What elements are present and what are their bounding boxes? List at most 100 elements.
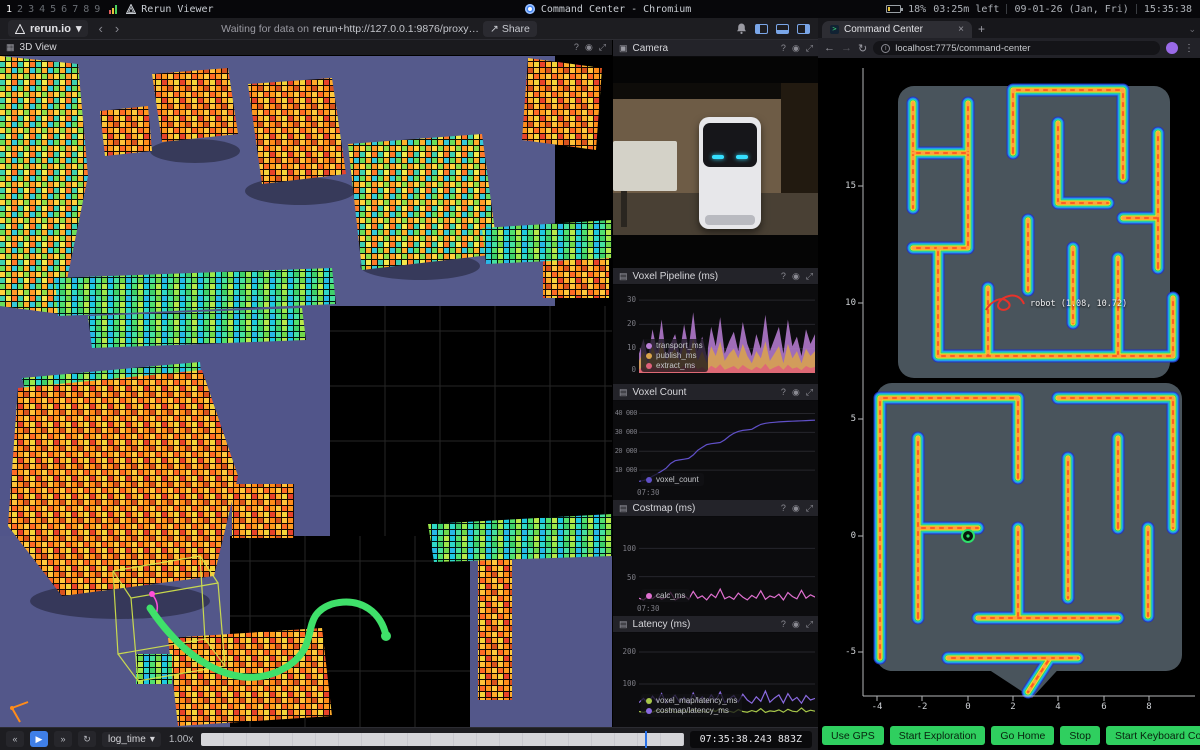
- maximize-icon[interactable]: ⤢: [806, 271, 813, 282]
- help-icon[interactable]: ?: [781, 619, 786, 630]
- play-button[interactable]: ▶: [30, 731, 48, 747]
- visibility-icon[interactable]: ◉: [792, 271, 800, 282]
- panel-voxel-count-header[interactable]: ▤ Voxel Count ? ◉ ⤢: [613, 384, 819, 401]
- connection-status: Waiting for data on rerun+http://127.0.0…: [230, 18, 528, 40]
- legend-item[interactable]: calc_ms: [646, 591, 685, 600]
- maximize-icon[interactable]: ⤢: [806, 503, 813, 514]
- clock-time: 15:35:38: [1144, 4, 1192, 15]
- workspace-9[interactable]: 9: [94, 4, 100, 15]
- visibility-icon[interactable]: ◉: [792, 503, 800, 514]
- maximize-icon[interactable]: ⤢: [806, 387, 813, 398]
- tab-command-center[interactable]: > Command Center ×: [822, 21, 972, 38]
- toggle-left-panel-icon[interactable]: [755, 24, 768, 34]
- tab-close-icon[interactable]: ×: [958, 24, 964, 35]
- new-tab-button[interactable]: +: [978, 22, 985, 38]
- tab-favicon: >: [830, 25, 839, 34]
- view3d-viewport[interactable]: [0, 56, 612, 727]
- current-timestamp: 07:35:38.243 883Z: [690, 731, 812, 748]
- workspace-6[interactable]: 6: [61, 4, 67, 15]
- browser-back-button[interactable]: ←: [824, 42, 835, 54]
- history-forward-button[interactable]: ›: [113, 21, 121, 36]
- legend-item[interactable]: voxel_count: [646, 475, 699, 484]
- history-back-button[interactable]: ‹: [96, 21, 104, 36]
- maximize-icon[interactable]: ⤢: [599, 42, 606, 53]
- workspace-4[interactable]: 4: [39, 4, 45, 15]
- workspace-3[interactable]: 3: [28, 4, 34, 15]
- costmap-canvas[interactable]: [818, 58, 1200, 750]
- browser-menu-icon[interactable]: ⋮: [1184, 43, 1194, 54]
- go-home-button[interactable]: Go Home: [991, 726, 1054, 745]
- camera-icon: ▣: [619, 43, 628, 54]
- x-tick: 07:30: [637, 604, 660, 613]
- workspace-1[interactable]: 1: [6, 4, 12, 15]
- workspace-5[interactable]: 5: [50, 4, 56, 15]
- browser-toolbar: ← → ↻ i localhost:7775/command-center ⋮: [818, 38, 1200, 58]
- tab-strip: > Command Center × + ⌄: [818, 18, 1200, 38]
- timeline-scrubber[interactable]: [201, 733, 683, 746]
- map-x-tick: -2: [912, 702, 932, 712]
- loop-button[interactable]: ↻: [78, 731, 96, 747]
- y-tick: 20 000: [613, 447, 637, 455]
- panel-voxel-count-title: Voxel Count: [633, 387, 687, 398]
- use-gps-button[interactable]: Use GPS: [822, 726, 884, 745]
- desk: [613, 141, 677, 191]
- legend-item[interactable]: voxel_map/latency_ms: [646, 696, 737, 705]
- visibility-icon[interactable]: ◉: [792, 619, 800, 630]
- tab-search-chevron-icon[interactable]: ⌄: [1188, 24, 1196, 35]
- stop-button[interactable]: Stop: [1060, 726, 1100, 745]
- legend-item[interactable]: publish_ms: [646, 351, 703, 360]
- panel-latency-title: Latency (ms): [633, 619, 691, 630]
- legend-item[interactable]: extract_ms: [646, 361, 703, 370]
- x-tick: 07:30: [637, 488, 660, 497]
- y-tick: 30: [613, 295, 636, 304]
- visibility-icon[interactable]: ◉: [792, 387, 800, 398]
- panel-camera-header[interactable]: ▣ Camera ? ◉ ⤢: [613, 40, 819, 57]
- address-bar[interactable]: i localhost:7775/command-center: [873, 41, 1160, 55]
- rerun-viewer-window: rerun.io ▾ ‹ › Waiting for data on rerun…: [0, 18, 818, 750]
- legend-item[interactable]: costmap/latency_ms: [646, 706, 737, 715]
- browser-forward-button[interactable]: →: [841, 42, 852, 54]
- maximize-icon[interactable]: ⤢: [806, 619, 813, 630]
- playback-speed[interactable]: 1.00x: [167, 734, 195, 745]
- panel-latency-header[interactable]: ▤ Latency (ms) ? ◉ ⤢: [613, 616, 819, 633]
- browser-reload-button[interactable]: ↻: [858, 42, 867, 55]
- help-icon[interactable]: ?: [781, 387, 786, 398]
- toggle-bottom-panel-icon[interactable]: [776, 24, 789, 34]
- start-exploration-button[interactable]: Start Exploration: [890, 726, 986, 745]
- legend-item[interactable]: transport_ms: [646, 341, 703, 350]
- legend-swatch: [646, 363, 652, 369]
- playhead[interactable]: [645, 731, 647, 748]
- skip-forward-button[interactable]: »: [54, 731, 72, 747]
- toggle-right-panel-icon[interactable]: [797, 24, 810, 34]
- workspace-8[interactable]: 8: [83, 4, 89, 15]
- profile-avatar[interactable]: [1166, 42, 1178, 54]
- help-icon[interactable]: ?: [574, 42, 579, 53]
- visibility-icon[interactable]: ◉: [585, 42, 593, 53]
- chart-icon: ▤: [619, 619, 628, 630]
- panel-latency: ▤ Latency (ms) ? ◉ ⤢ 200 100 voxel_map/l…: [613, 616, 819, 727]
- panel-voxel-pipeline-header[interactable]: ▤ Voxel Pipeline (ms) ? ◉ ⤢: [613, 268, 819, 285]
- map-x-tick: 2: [1003, 702, 1023, 712]
- skip-back-button[interactable]: «: [6, 731, 24, 747]
- panel-costmap-header[interactable]: ▤ Costmap (ms) ? ◉ ⤢: [613, 500, 819, 517]
- camera-image[interactable]: [613, 57, 819, 268]
- help-icon[interactable]: ?: [781, 43, 786, 54]
- help-icon[interactable]: ?: [781, 271, 786, 282]
- share-button[interactable]: ↗ Share: [483, 21, 537, 37]
- url-text: localhost:7775/command-center: [895, 43, 1030, 54]
- timeline-selector-dropdown[interactable]: log_time ▾: [102, 732, 161, 747]
- workspace-7[interactable]: 7: [72, 4, 78, 15]
- workspace-2[interactable]: 2: [17, 4, 23, 15]
- start-keyboard-control-button[interactable]: Start Keyboard Control: [1106, 726, 1200, 745]
- voxel-scene-canvas: [0, 56, 612, 727]
- maximize-icon[interactable]: ⤢: [806, 43, 813, 54]
- help-icon[interactable]: ?: [781, 503, 786, 514]
- rerun-menu-button[interactable]: rerun.io ▾: [8, 20, 88, 37]
- share-icon: ↗: [490, 23, 499, 35]
- visibility-icon[interactable]: ◉: [792, 43, 800, 54]
- battery-percent: 18%: [908, 4, 926, 15]
- notifications-bell-icon[interactable]: [736, 23, 747, 34]
- map-x-tick: 4: [1048, 702, 1068, 712]
- chart-icon: ▤: [619, 503, 628, 514]
- site-info-icon[interactable]: i: [881, 44, 890, 53]
